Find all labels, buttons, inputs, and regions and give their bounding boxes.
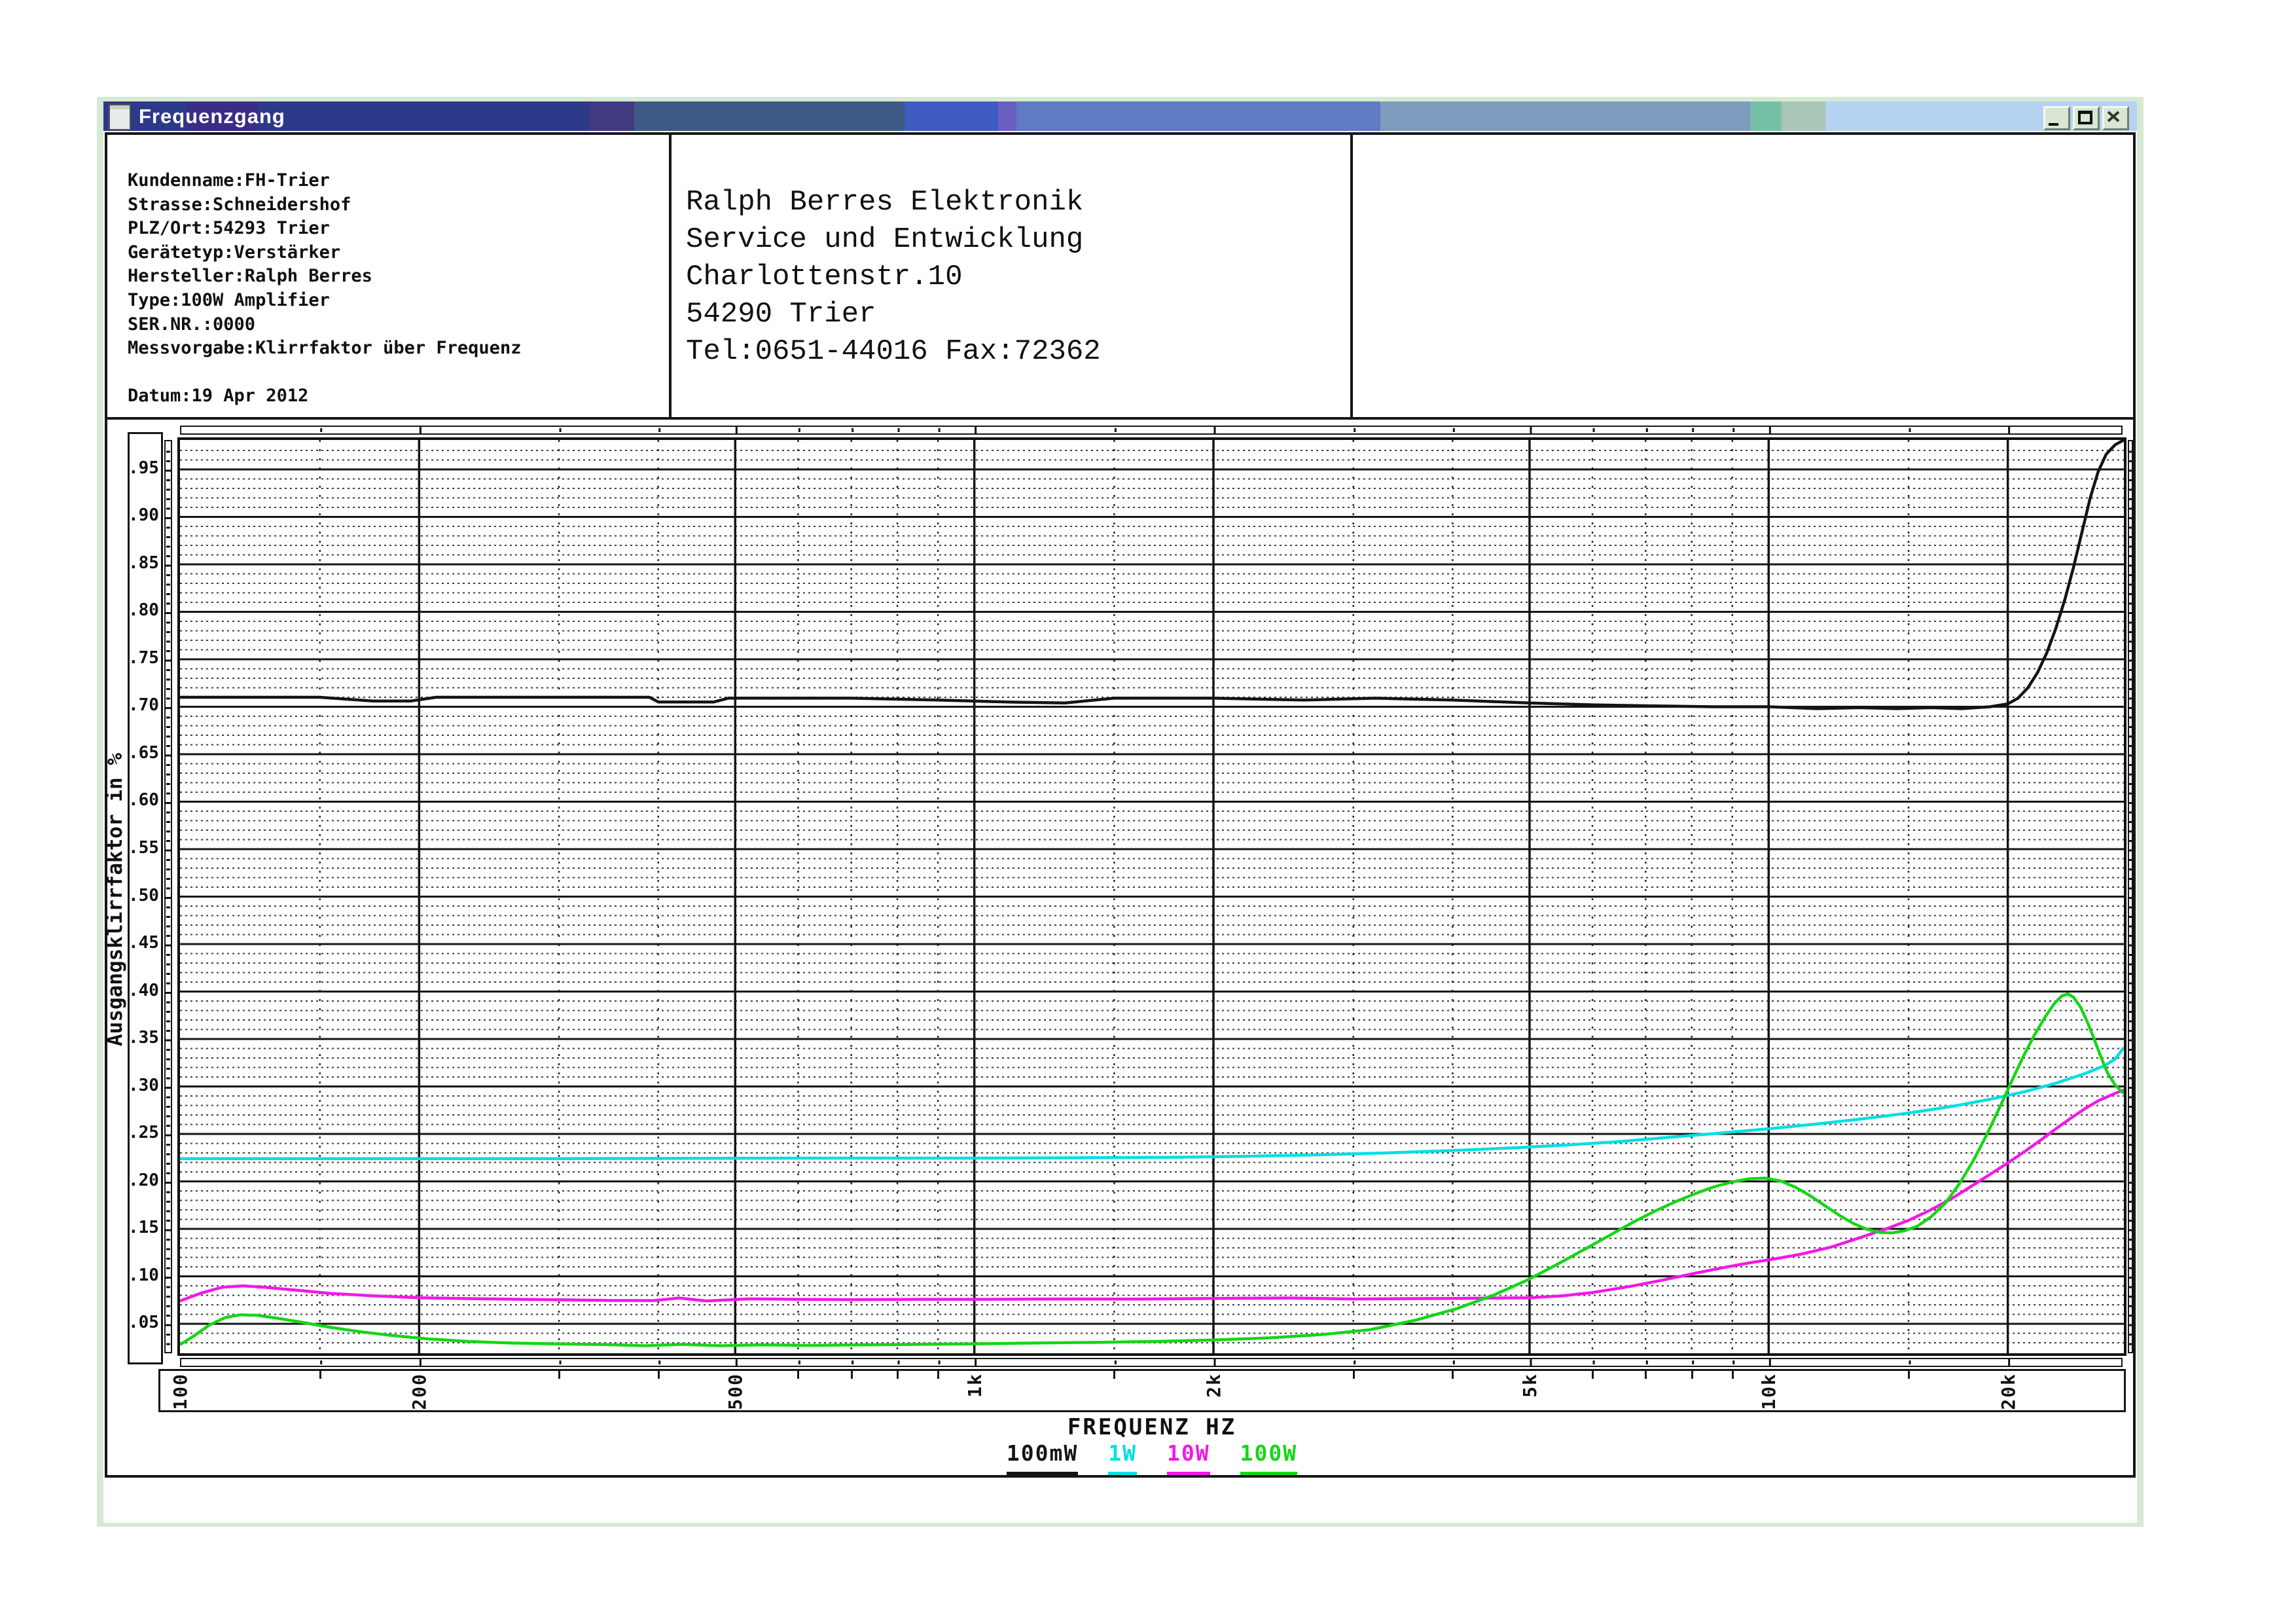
x-axis-label-box (158, 1369, 2126, 1412)
x-minor-tick (1113, 1371, 1115, 1379)
y-tick-label: .25 (128, 1123, 158, 1142)
curve-100W (180, 994, 2124, 1345)
y-tick-label: .90 (128, 505, 158, 525)
customer-info-block: Kundenname:FH-TrierStrasse:Schneidershof… (128, 169, 521, 409)
x-minor-tick (319, 1371, 321, 1379)
x-minor-tick (1908, 1371, 1910, 1379)
x-minor-tick (558, 1371, 560, 1379)
titlebar[interactable]: Frequenzgang (103, 101, 2137, 131)
window-title: Frequenzgang (139, 101, 285, 131)
y-tick-label: .70 (128, 695, 158, 715)
legend-item-100W: 100W (1240, 1440, 1297, 1475)
x-tick-label: 20k (1998, 1373, 2019, 1410)
x-minor-tick (937, 1371, 939, 1379)
customer-info-line: Hersteller:Ralph Berres (128, 264, 521, 289)
company-info-line: Tel:0651-44016 Fax:72362 (686, 333, 1101, 371)
y-tick-label: .50 (128, 886, 158, 905)
company-info-line: Charlottenstr.10 (686, 259, 1101, 296)
y-tick-label: .65 (128, 743, 158, 763)
x-tick-label: 2k (1203, 1373, 1225, 1398)
y-tick-label: .40 (128, 981, 158, 1000)
x-minor-tick (1353, 1371, 1355, 1379)
legend: 100mW 1W 10W 100W (180, 1440, 2124, 1475)
x-minor-tick (1645, 1371, 1647, 1379)
x-tick-label: 500 (725, 1373, 746, 1410)
y-tick-label: .15 (128, 1218, 158, 1237)
x-minor-tick (851, 1371, 853, 1379)
x-minor-tick (1592, 1371, 1594, 1379)
maximize-button[interactable] (2073, 106, 2100, 130)
x-tick-label: 1k (964, 1373, 986, 1398)
bottom-tick-strip (180, 1358, 2123, 1367)
company-info-line: Ralph Berres Elektronik (686, 184, 1101, 221)
company-info-line: 54290 Trier (686, 296, 1101, 333)
left-strip-ticks (166, 441, 171, 1352)
app-icon (109, 104, 131, 130)
x-minor-tick (897, 1371, 899, 1379)
right-tick-strip (2128, 440, 2133, 1353)
x-minor-tick (658, 1371, 660, 1379)
company-info-line: Service und Entwicklung (686, 221, 1101, 259)
curve-1W (180, 1048, 2124, 1159)
x-minor-tick (1691, 1371, 1693, 1379)
desktop: Frequenzgang Kundenna (0, 0, 2296, 1623)
x-tick-label: 200 (408, 1373, 430, 1410)
x-tick-label: 10k (1758, 1373, 1780, 1410)
customer-info-line (128, 361, 521, 385)
y-tick-label: .75 (128, 648, 158, 668)
y-tick-label: .60 (128, 790, 158, 810)
customer-info-line: Messvorgabe:Klirrfaktor über Frequenz (128, 337, 521, 361)
close-button[interactable] (2102, 106, 2129, 130)
y-tick-label: .30 (128, 1076, 158, 1095)
y-tick-label: .95 (128, 458, 158, 478)
minimize-icon (2049, 123, 2058, 126)
customer-info-line: Datum:19 Apr 2012 (128, 384, 521, 409)
y-tick-label: .35 (128, 1028, 158, 1048)
right-strip-ticks (2129, 441, 2132, 1352)
customer-info-line: Gerätetyp:Verstärker (128, 241, 521, 265)
x-tick-label: 5k (1519, 1373, 1541, 1398)
curve-100mW (180, 440, 2124, 708)
legend-item-100mW: 100mW (1007, 1440, 1078, 1475)
x-minor-tick (1732, 1371, 1734, 1379)
header-divider-vertical-2 (1350, 135, 1353, 417)
customer-info-line: SER.NR.:0000 (128, 313, 521, 337)
left-tick-strip (164, 440, 172, 1353)
window-controls (2043, 106, 2129, 126)
x-minor-tick (797, 1371, 799, 1379)
customer-info-line: PLZ/Ort:54293 Trier (128, 217, 521, 241)
legend-item-10W: 10W (1167, 1440, 1210, 1475)
minimize-button[interactable] (2043, 106, 2070, 130)
x-axis-title: FREQUENZ HZ (180, 1414, 2124, 1440)
customer-info-line: Strasse:Schneidershof (128, 193, 521, 217)
y-tick-label: .45 (128, 933, 158, 953)
y-tick-label: .80 (128, 600, 158, 620)
customer-info-line: Type:100W Amplifier (128, 289, 521, 313)
y-tick-label: .05 (128, 1313, 158, 1332)
header-divider-horizontal (107, 417, 2133, 420)
bottom-strip-ticks (181, 1359, 2121, 1366)
plot-area (177, 437, 2126, 1356)
y-axis-title: Ausgangsklirrfaktor in % (103, 661, 127, 1139)
report-layer: Kundenname:FH-TrierStrasse:Schneidershof… (0, 0, 2296, 1623)
legend-item-1W: 1W (1108, 1440, 1137, 1475)
close-icon (2107, 111, 2120, 122)
header-divider-vertical-1 (669, 135, 672, 417)
x-tick-label: 100 (170, 1373, 191, 1410)
y-tick-label: .20 (128, 1171, 158, 1190)
y-tick-label: .10 (128, 1266, 158, 1285)
top-strip-ticks (181, 427, 2121, 433)
y-tick-label: .85 (128, 553, 158, 573)
company-info-block: Ralph Berres ElektronikService und Entwi… (686, 184, 1101, 371)
maximize-icon (2078, 111, 2092, 124)
y-tick-label: .55 (128, 838, 158, 858)
x-minor-tick (1452, 1371, 1454, 1379)
grid-canvas (180, 440, 2124, 1353)
customer-info-line: Kundenname:FH-Trier (128, 169, 521, 193)
top-tick-strip (180, 426, 2123, 435)
